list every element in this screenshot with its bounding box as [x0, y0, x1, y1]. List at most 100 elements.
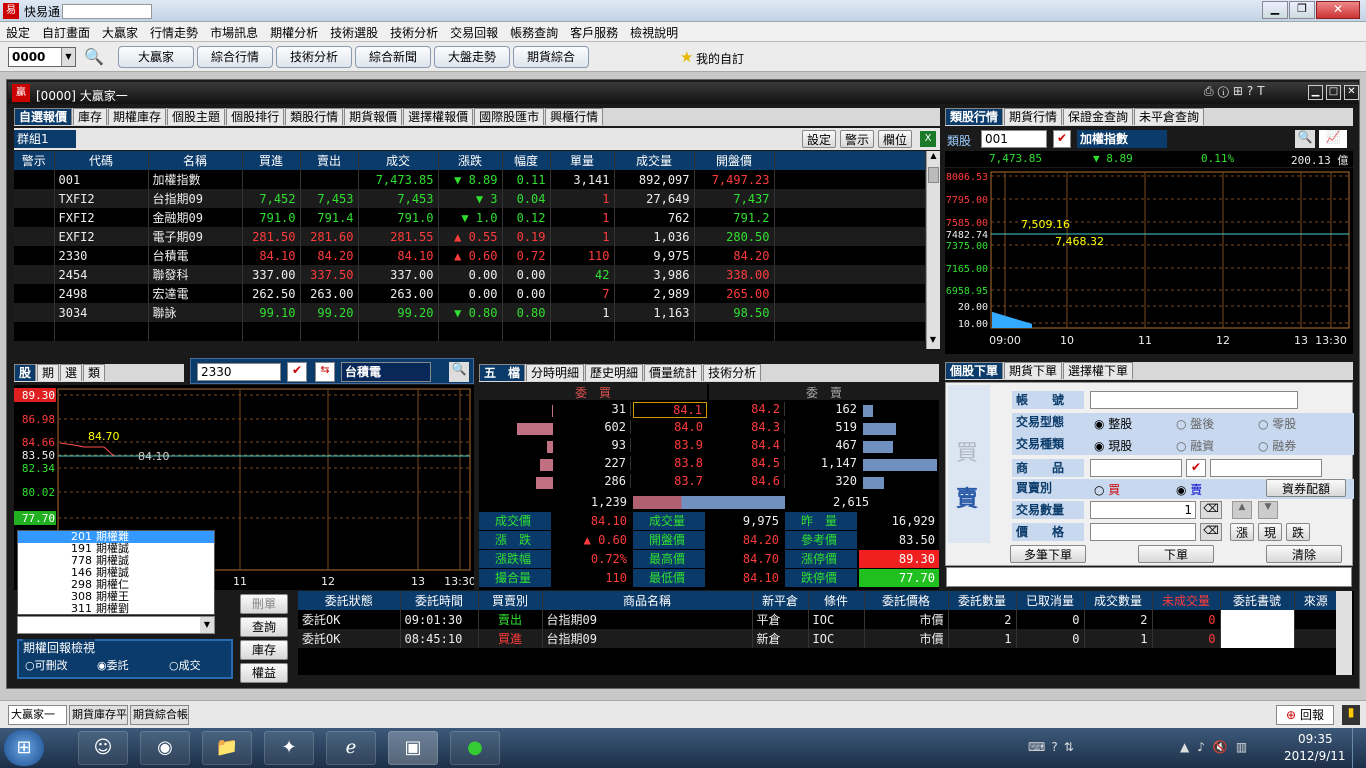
radio-option[interactable]: ○可刪改: [25, 657, 68, 673]
clock-time[interactable]: 09:35: [1298, 732, 1333, 746]
column-header[interactable]: 委託狀態: [298, 591, 401, 610]
tab[interactable]: 類: [83, 364, 106, 381]
group-button[interactable]: 設定: [802, 130, 836, 148]
menu-item[interactable]: 客戶服務: [564, 22, 624, 41]
menu-item[interactable]: 交易回報: [444, 22, 504, 41]
bid-price[interactable]: 83.8: [633, 456, 707, 470]
tab[interactable]: 個股主題: [167, 108, 226, 125]
toolbar-button[interactable]: 期貨綜合: [513, 46, 589, 68]
order-action-button[interactable]: 多筆下單: [1010, 545, 1086, 563]
tab[interactable]: 期: [37, 364, 60, 381]
price-quick-button[interactable]: 漲: [1230, 523, 1254, 541]
window-minimize-button[interactable]: ▁: [1308, 85, 1323, 100]
tab[interactable]: 國際股匯市: [474, 108, 545, 125]
price-input[interactable]: [1090, 523, 1196, 541]
tab[interactable]: 五 檔: [479, 364, 526, 381]
radio-option[interactable]: ◉ 現股: [1094, 437, 1132, 454]
eraser-icon[interactable]: ⌫: [1200, 523, 1222, 541]
radio-option[interactable]: ○ 零股: [1258, 415, 1296, 432]
tab[interactable]: 未平倉查詢: [1134, 108, 1205, 125]
window-tool-icons[interactable]: ⎙ⓘ⊞?T: [1204, 84, 1300, 102]
ask-price[interactable]: 84.3: [709, 420, 785, 434]
column-header[interactable]: 成交數量: [1084, 591, 1153, 610]
toolbar-button[interactable]: 技術分析: [276, 46, 352, 68]
column-header[interactable]: 漲跌: [438, 151, 503, 170]
order-action-button[interactable]: 下單: [1138, 545, 1214, 563]
radio-option[interactable]: ◉委託: [97, 657, 129, 673]
radio-option[interactable]: ◉ 賣: [1176, 481, 1202, 498]
tab[interactable]: 股: [14, 364, 37, 381]
tab[interactable]: 期權庫存: [108, 108, 167, 125]
bid-price[interactable]: 83.9: [633, 438, 707, 452]
explorer-folder-icon[interactable]: 📁: [202, 731, 252, 765]
orders-scrollbar[interactable]: [1336, 591, 1352, 675]
report-action-button[interactable]: 庫存: [240, 640, 288, 660]
minimize-button[interactable]: ▁: [1262, 1, 1288, 19]
column-header[interactable]: 買賣別: [478, 591, 543, 610]
radio-option[interactable]: ○ 融資: [1176, 437, 1214, 454]
order-action-button[interactable]: 清除: [1266, 545, 1342, 563]
tab[interactable]: 自選報價: [14, 108, 73, 125]
table-row[interactable]: 2454 聯發科 337.00 337.50 337.00 0.00 0.00 42 3,986…: [14, 265, 926, 284]
search-icon[interactable]: 🔍: [84, 47, 104, 66]
list-item[interactable]: 311 期權劉: [18, 603, 214, 615]
tray-icons[interactable]: ⌨?⇅: [1028, 740, 1080, 754]
menu-item[interactable]: 市場訊息: [204, 22, 264, 41]
column-header[interactable]: 幅度: [502, 151, 551, 170]
tab[interactable]: 分時明細: [526, 364, 585, 381]
stock-code-combo[interactable]: 2330: [197, 363, 281, 381]
ask-price[interactable]: 84.4: [709, 438, 785, 452]
ask-price[interactable]: 84.2: [709, 402, 785, 416]
product-check-icon[interactable]: ✔: [1186, 459, 1206, 477]
column-header[interactable]: 代碼: [54, 151, 149, 170]
bid-price[interactable]: 84.0: [633, 420, 707, 434]
radio-option[interactable]: ○成交: [169, 657, 201, 673]
column-header[interactable]: 未成交量: [1152, 591, 1221, 610]
bottom-tab[interactable]: 期貨綜合帳戶: [130, 705, 189, 725]
column-header[interactable]: 警示: [14, 151, 55, 170]
column-header[interactable]: 已取消量: [1016, 591, 1085, 610]
column-header[interactable]: 單量: [550, 151, 615, 170]
tab[interactable]: 期貨報價: [344, 108, 403, 125]
system-tray-icons[interactable]: ▲♪🔇▥: [1180, 740, 1255, 754]
index-search-icon[interactable]: 🔍: [1295, 130, 1315, 148]
bottom-tab[interactable]: 大贏家一: [8, 705, 67, 725]
show-desktop-button[interactable]: [1352, 728, 1366, 768]
table-row[interactable]: 委託OK 09:01:30 賣出 台指期09 平倉 IOC 市價 2 0 2 0: [298, 610, 1338, 629]
tab[interactable]: 類股行情: [285, 108, 344, 125]
radio-option[interactable]: ◉ 整股: [1094, 415, 1132, 432]
toolbar-button[interactable]: 大贏家: [118, 46, 194, 68]
ask-price[interactable]: 84.6: [709, 474, 785, 488]
quote-scrollbar[interactable]: ▲ ▼: [926, 151, 940, 349]
menu-item[interactable]: 技術選股: [324, 22, 384, 41]
tab[interactable]: 選: [60, 364, 83, 381]
menu-item[interactable]: 自訂畫面: [36, 22, 96, 41]
index-code-combo[interactable]: 001: [981, 130, 1047, 148]
balance-button[interactable]: 資券配額: [1266, 479, 1346, 497]
report-action-button[interactable]: 刪單: [240, 594, 288, 614]
column-header[interactable]: 買進: [242, 151, 301, 170]
qty-down-button[interactable]: ▼: [1258, 501, 1278, 519]
column-header[interactable]: 條件: [808, 591, 865, 610]
tab[interactable]: 期貨下單: [1004, 362, 1063, 379]
app-bird-icon[interactable]: ✦: [264, 731, 314, 765]
restore-button[interactable]: ❐: [1289, 1, 1315, 19]
stock-name[interactable]: 台積電: [341, 362, 431, 382]
menu-item[interactable]: 技術分析: [384, 22, 444, 41]
table-row[interactable]: FXFI2金融期09791.0791.4791.01.00.121762791.…: [14, 208, 926, 227]
table-row[interactable]: 委託OK 08:45:10 買進 台指期09 新倉 IOC 市價 1 0 1 0: [298, 629, 1338, 648]
report-action-button[interactable]: 查詢: [240, 617, 288, 637]
title-search-input[interactable]: [62, 4, 152, 19]
radio-option[interactable]: ○ 融券: [1258, 437, 1296, 454]
column-header[interactable]: 商品名稱: [542, 591, 753, 610]
tab[interactable]: 保證金查詢: [1063, 108, 1134, 125]
menu-item[interactable]: 帳務查詢: [504, 22, 564, 41]
price-quick-button[interactable]: 跌: [1286, 523, 1310, 541]
table-row[interactable]: TXFI2台指期097,4527,4537,45330.04127,6497,4…: [14, 189, 926, 208]
menu-item[interactable]: 行情走勢: [144, 22, 204, 41]
favorite-link[interactable]: 我的自訂: [696, 50, 744, 67]
price-quick-button[interactable]: 現: [1258, 523, 1282, 541]
radio-option[interactable]: ○ 盤後: [1176, 415, 1214, 432]
column-header[interactable]: 來源: [1294, 591, 1338, 610]
bid-price[interactable]: 84.1: [633, 402, 707, 418]
